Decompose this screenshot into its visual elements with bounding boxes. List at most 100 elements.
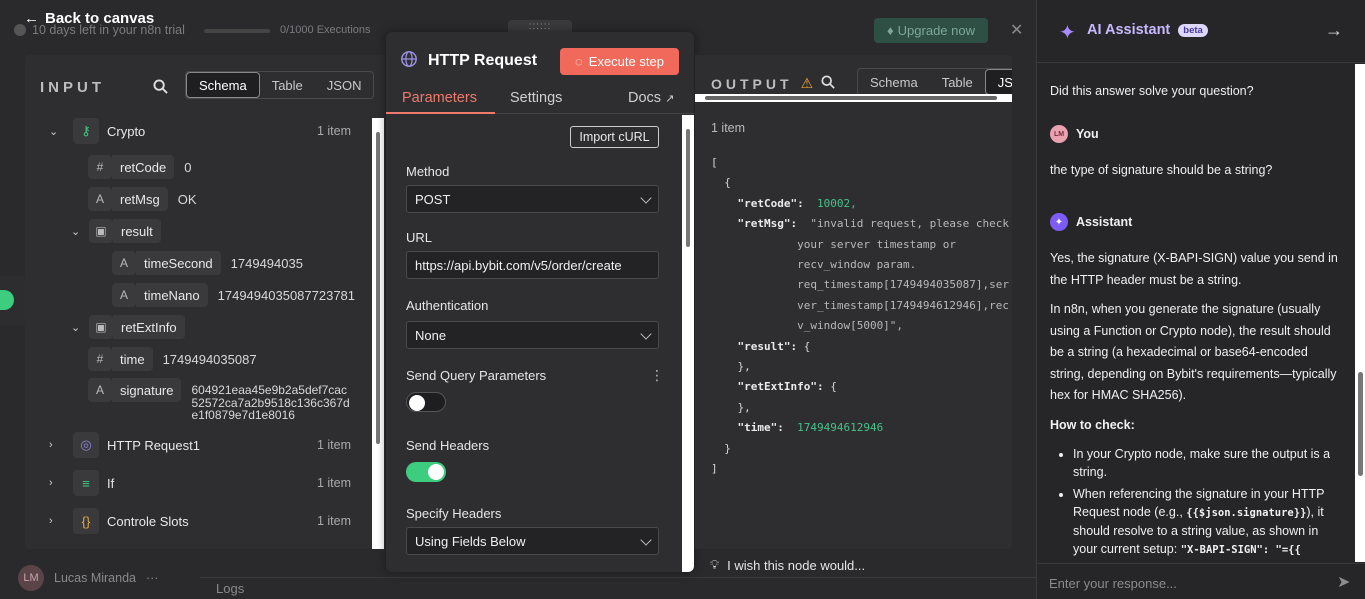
execute-step-button[interactable]: ◌ Execute step bbox=[560, 48, 679, 75]
field-row-timesecond[interactable]: A timeSecond 1749494035 bbox=[112, 250, 303, 276]
assistant-title: AI Assistant beta bbox=[1087, 22, 1208, 38]
gem-icon: ♦ bbox=[887, 23, 894, 38]
specify-headers-select[interactable]: Using Fields Below bbox=[406, 527, 659, 555]
back-to-canvas-button[interactable]: ← Back to canvas bbox=[24, 10, 154, 27]
import-curl-button[interactable]: Import cURL bbox=[570, 126, 659, 148]
field-row-retmsg[interactable]: A retMsg OK bbox=[88, 186, 197, 212]
node-row-if[interactable]: › ≡ If 1 item bbox=[49, 470, 379, 496]
node-row-http-request1[interactable]: › ◎ HTTP Request1 1 item bbox=[49, 432, 379, 458]
tab-parameters[interactable]: Parameters bbox=[402, 90, 477, 106]
chevron-down-icon[interactable]: ⌄ bbox=[71, 321, 83, 334]
send-query-label: Send Query Parameters bbox=[406, 368, 547, 383]
field-row-retcode[interactable]: # retCode 0 bbox=[88, 154, 191, 180]
field-row-result[interactable]: ⌄ ▣ result bbox=[71, 218, 161, 244]
tab-table[interactable]: Table bbox=[260, 72, 315, 98]
scroll-thumb[interactable] bbox=[686, 129, 690, 247]
field-key: retMsg bbox=[112, 187, 168, 211]
method-label: Method bbox=[406, 164, 450, 179]
field-row-signature[interactable]: A signature 604921eaa45e9b2a5def7cac 525… bbox=[88, 378, 350, 426]
feedback-prompt[interactable]: 💡︎ I wish this node would... bbox=[710, 557, 865, 573]
tab-settings[interactable]: Settings bbox=[510, 90, 562, 106]
json-viewer: [ { "retCode": 10002, "retMsg": "invalid… bbox=[711, 153, 1009, 480]
search-icon[interactable] bbox=[153, 79, 168, 97]
json-string: "invalid request, please check bbox=[810, 217, 1010, 231]
chevron-down-icon[interactable]: ⌄ bbox=[71, 225, 83, 238]
json-brace: { bbox=[830, 380, 837, 394]
tab-json[interactable]: JSON bbox=[984, 69, 1012, 95]
node-row-crypto[interactable]: ⌄ ⚷ Crypto 1 item bbox=[49, 118, 379, 144]
send-icon[interactable]: ➤ bbox=[1337, 572, 1350, 592]
tab-schema[interactable]: Schema bbox=[186, 72, 260, 98]
arrow-right-icon[interactable]: → bbox=[1325, 20, 1343, 41]
more-icon[interactable]: ··· bbox=[146, 571, 159, 585]
field-key: retCode bbox=[112, 155, 175, 179]
input-scrollbar[interactable] bbox=[372, 118, 384, 549]
options-kebab-icon[interactable]: ⋮ bbox=[650, 367, 664, 384]
chevron-down-icon[interactable]: ⌄ bbox=[49, 125, 61, 138]
method-select[interactable]: POST bbox=[406, 185, 659, 213]
item-count: 1 item bbox=[316, 514, 351, 528]
field-value: OK bbox=[177, 191, 197, 207]
field-row-retextinfo[interactable]: ⌄ ▣ retExtInfo bbox=[71, 314, 185, 340]
authentication-select[interactable]: None bbox=[406, 321, 659, 349]
field-value: 0 bbox=[184, 159, 192, 175]
scroll-thumb[interactable] bbox=[1358, 372, 1363, 476]
sparkle-icon: ✦ bbox=[1059, 22, 1076, 44]
field-value: 1749494035087 bbox=[162, 351, 257, 367]
field-value: 1749494035 bbox=[230, 255, 303, 271]
string-type-icon: A bbox=[88, 378, 112, 402]
send-headers-toggle[interactable] bbox=[406, 462, 446, 482]
form-scrollbar[interactable] bbox=[682, 115, 694, 572]
search-icon[interactable] bbox=[821, 75, 835, 92]
json-string: recv_window param. bbox=[797, 258, 917, 272]
assistant-avatar-icon: ✦ bbox=[1050, 213, 1068, 231]
active-tab-indicator bbox=[386, 112, 495, 114]
chevron-right-icon[interactable]: › bbox=[49, 477, 61, 489]
user-menu[interactable]: LM Lucas Miranda ··· bbox=[18, 565, 159, 591]
node-title[interactable]: HTTP Request bbox=[428, 52, 537, 70]
chat-input-area: ➤ bbox=[1037, 563, 1365, 599]
scroll-thumb[interactable] bbox=[376, 132, 380, 444]
arrow-left-icon: ← bbox=[24, 10, 39, 27]
number-type-icon: # bbox=[88, 155, 112, 179]
chat-scrollbar[interactable] bbox=[1355, 64, 1365, 562]
close-icon[interactable]: ✕ bbox=[1010, 20, 1023, 40]
field-row-timenano[interactable]: A timeNano 1749494035087723781 bbox=[112, 282, 355, 308]
chevron-right-icon[interactable]: › bbox=[49, 515, 61, 527]
json-key: "retMsg": bbox=[737, 217, 798, 231]
field-row-time[interactable]: # time 1749494035087 bbox=[88, 346, 257, 372]
field-key: timeNano bbox=[136, 283, 208, 307]
tab-json[interactable]: JSON bbox=[315, 72, 374, 98]
json-brace: }, bbox=[737, 400, 751, 414]
message-author-assistant: ✦ Assistant bbox=[1050, 213, 1132, 231]
logs-bar[interactable]: Logs bbox=[200, 577, 1036, 599]
send-query-toggle[interactable] bbox=[406, 392, 446, 412]
how-to-check-heading: How to check: bbox=[1050, 418, 1135, 432]
chevron-down-icon bbox=[640, 192, 652, 204]
output-horizontal-scrollbar[interactable] bbox=[695, 94, 1012, 102]
output-title: OUTPUT ⚠ bbox=[711, 75, 835, 92]
upgrade-button[interactable]: ♦ Upgrade now bbox=[874, 18, 988, 43]
node-name: If bbox=[107, 475, 115, 491]
user-name: Lucas Miranda bbox=[54, 571, 136, 585]
tab-schema[interactable]: Schema bbox=[858, 69, 930, 95]
tab-table[interactable]: Table bbox=[930, 69, 985, 95]
author-name: Assistant bbox=[1076, 215, 1133, 229]
node-row-controle-slots[interactable]: › {} Controle Slots 1 item bbox=[49, 508, 379, 534]
method-value: POST bbox=[415, 191, 451, 207]
field-value: 604921eaa45e9b2a5def7cac 52572ca7a2b9518… bbox=[191, 384, 349, 422]
tab-docs[interactable]: Docs ↗ bbox=[628, 90, 674, 106]
output-title-text: OUTPUT bbox=[711, 75, 793, 92]
scroll-thumb[interactable] bbox=[705, 96, 997, 100]
if-branch-icon: ≡ bbox=[73, 470, 99, 496]
chevron-down-icon bbox=[640, 534, 652, 546]
assistant-header: ✦ AI Assistant beta → bbox=[1037, 0, 1365, 63]
chevron-right-icon[interactable]: › bbox=[49, 439, 61, 451]
docs-label: Docs bbox=[628, 90, 662, 106]
json-brace: { bbox=[803, 339, 811, 353]
url-input[interactable]: https://api.bybit.com/v5/order/create bbox=[406, 251, 659, 279]
side-node-tab[interactable] bbox=[0, 276, 28, 326]
chat-input[interactable] bbox=[1049, 572, 1319, 594]
field-value: 1749494035087723781 bbox=[217, 287, 356, 303]
object-type-icon: ▣ bbox=[89, 315, 113, 339]
